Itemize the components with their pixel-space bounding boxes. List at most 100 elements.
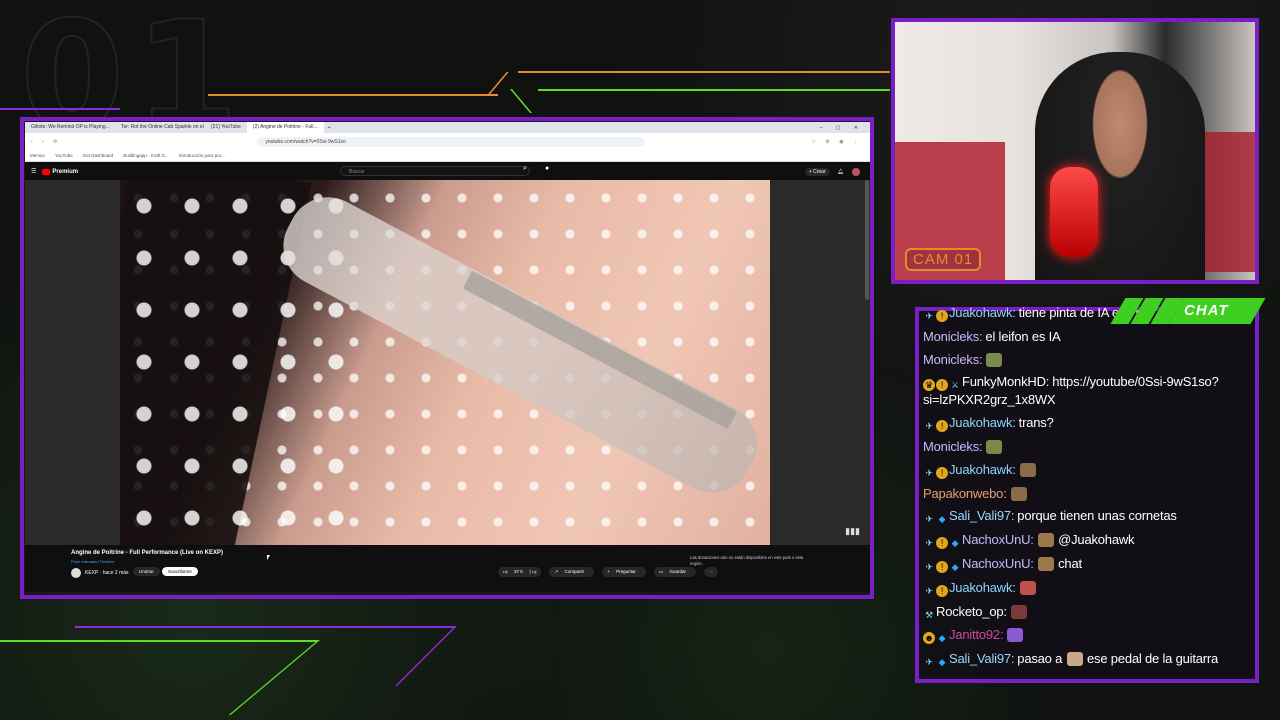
chat-username[interactable]: Monicleks: xyxy=(923,439,983,454)
join-button[interactable]: Unirme xyxy=(133,567,160,576)
browser-tab[interactable]: Tor: Rot the Online Cab Sparkle on el E.… xyxy=(115,122,205,133)
microphone xyxy=(1050,167,1098,257)
bookmark[interactable]: Buildingapp - Kraft G... xyxy=(118,153,174,158)
sword-badge-icon: ✈ xyxy=(925,311,933,321)
sword-badge-icon: ✈ xyxy=(925,514,933,525)
search-icon[interactable]: ⌕ xyxy=(523,165,527,173)
gold-badge-icon: ! xyxy=(936,537,948,550)
deco-line xyxy=(0,640,318,642)
chat-message: ⚒ Rocketo_op: xyxy=(923,603,1253,621)
gold-badge-icon: ! xyxy=(936,560,948,573)
create-button[interactable]: + Crear xyxy=(804,167,830,176)
like-button[interactable]: 👍︎ 37 K | 👎︎ xyxy=(498,567,542,577)
bookmark[interactable]: Introducción para pro... xyxy=(174,153,230,158)
tool-badge-icon: ⚒ xyxy=(925,609,933,620)
logo-text: Premium xyxy=(52,168,79,175)
cube-badge-icon: ◆ xyxy=(938,633,946,644)
chat-message: ✈ ◆ Sali_Vali97: porque tienen unas corneta… xyxy=(923,507,1253,525)
bookmark[interactable]: YouTube xyxy=(50,153,78,158)
like-count: 37 K xyxy=(508,567,529,576)
mic-icon[interactable]: ● xyxy=(545,165,549,172)
sword-badge-icon: ✈ xyxy=(925,585,933,596)
chat-username[interactable]: Monicleks: xyxy=(923,352,983,367)
mod-badge-icon: ⚔ xyxy=(951,380,959,391)
browser-tab[interactable]: Gitiote: We Remind OP is Playing... xyxy=(25,122,115,133)
share-button[interactable]: ↗ Compartir xyxy=(549,567,595,577)
chat-username[interactable]: FunkyMonkHD: xyxy=(962,374,1049,389)
chat-username[interactable]: Papakonwebo: xyxy=(923,486,1007,501)
chat-username[interactable]: Janitto92: xyxy=(949,627,1004,642)
channel-avatar[interactable] xyxy=(71,568,81,578)
new-tab-button[interactable]: + xyxy=(324,125,335,131)
chat-message: Monicleks: el leifon es IA xyxy=(923,328,1253,345)
chat-username[interactable]: Sali_Vali97: xyxy=(949,508,1014,523)
chat-message: ✈! ◆ NachoxUnU: @Juakohawk xyxy=(923,531,1253,550)
chat-username[interactable]: Sali_Vali97: xyxy=(949,651,1014,666)
window-controls[interactable]: – ▢ ✕ xyxy=(820,125,870,131)
chat-username[interactable]: Monicleks: xyxy=(923,329,983,344)
chat-message: ♛! ⚔ FunkyMonkHD: https://youtube/0Ssi-9wS1… xyxy=(923,373,1253,408)
deco-line xyxy=(208,94,498,96)
chat-username[interactable]: Juakohawk: xyxy=(949,580,1016,595)
nav-buttons[interactable]: ‹ › ⟳ xyxy=(25,139,67,145)
emote-icon xyxy=(1066,652,1083,667)
search-input[interactable]: Buscar xyxy=(340,166,530,176)
youtube-header: ☰ Premium Buscar ⌕ ● + Crear 🔔︎ xyxy=(25,162,870,181)
emote-icon xyxy=(1037,556,1054,571)
sword-badge-icon: ✈ xyxy=(925,657,933,668)
chat-title: CHAT xyxy=(1184,302,1229,319)
chat-text: porque tienen unas cornetas xyxy=(1017,508,1177,524)
chat-username[interactable]: NachoxUnU: xyxy=(962,532,1034,547)
browser-tab-active[interactable]: (2) Angine de Poitrine - Full... xyxy=(246,122,324,133)
chat-username[interactable]: Juakohawk: xyxy=(949,415,1016,430)
youtube-play-icon xyxy=(42,168,51,175)
cube-badge-icon: ◆ xyxy=(951,538,959,549)
chat-username[interactable]: Juakohawk: xyxy=(949,462,1016,477)
volume-icon[interactable]: ▮▮▮ xyxy=(845,526,860,537)
video-subtitle: Price estimated Timeline xyxy=(71,559,115,564)
ask-button[interactable]: + Preguntar xyxy=(602,567,646,577)
channel-meta: hace 2 más xyxy=(102,570,129,576)
channel-label: KEXP xyxy=(85,570,99,576)
hamburger-menu-icon[interactable]: ☰ xyxy=(25,168,42,175)
chat-message: Monicleks: xyxy=(923,438,1253,455)
sword-badge-icon: ✈ xyxy=(925,561,933,572)
donations-notice: Las donaciones aún no están disponibles … xyxy=(690,555,804,566)
bookmark[interactable]: Get Dashboard xyxy=(78,153,119,158)
bell-icon[interactable]: 🔔︎ xyxy=(838,169,844,175)
chat-username[interactable]: NachoxUnU: xyxy=(962,556,1034,571)
save-button[interactable]: ▭ Guardar xyxy=(653,567,696,577)
cube-badge-icon: ◆ xyxy=(938,657,946,668)
channel-name[interactable]: KEXP · hace 2 más xyxy=(85,570,129,576)
chat-text: @Juakohawk xyxy=(1054,532,1135,548)
bookmark[interactable]: Mensur xyxy=(25,153,50,158)
chat-badge: CHAT xyxy=(1110,298,1266,324)
chat-text: el leifon es IA xyxy=(985,328,1061,344)
browser-tab[interactable]: (21) YouTube xyxy=(205,122,247,133)
webcam-frame: CAM 01 xyxy=(891,18,1259,284)
more-button[interactable]: ··· xyxy=(703,567,719,577)
save-label: Guardar xyxy=(664,567,691,576)
url-field[interactable]: youtube.com/watch?v=0Ssi-9wS1so xyxy=(257,136,646,147)
bookmarks-bar: Mensur YouTube Get Dashboard Buildingapp… xyxy=(25,150,870,162)
cube-badge-icon: ◆ xyxy=(938,514,946,525)
chat-username[interactable]: Juakohawk: xyxy=(949,305,1016,320)
chat-message: ✈ ◆ Sali_Vali97: pasao a ese pedal de la gu… xyxy=(923,650,1253,668)
scrollbar[interactable] xyxy=(865,180,869,300)
create-label: Crear xyxy=(813,168,826,175)
sword-badge-icon: ✈ xyxy=(925,421,933,432)
extension-icons[interactable]: ☆ ⚙ ◉ ⋮ xyxy=(812,139,871,145)
subscribe-button[interactable]: Suscribirme xyxy=(162,567,198,576)
chat-text: chat xyxy=(1054,555,1082,571)
share-label: Compartir xyxy=(559,567,590,576)
chat-message: Papakonwebo: xyxy=(923,485,1253,502)
emote-icon xyxy=(986,352,1003,367)
mouse-cursor xyxy=(267,555,270,560)
video-player[interactable]: ▮▮▮ xyxy=(25,180,870,545)
youtube-logo[interactable]: Premium xyxy=(42,168,79,175)
cube-badge-icon: ◆ xyxy=(951,561,959,572)
chat-message: ✈! ◆ NachoxUnU: chat xyxy=(923,555,1253,573)
avatar[interactable] xyxy=(852,167,860,176)
chat-username[interactable]: Rocketo_op: xyxy=(936,604,1007,619)
ask-label: Preguntar xyxy=(611,567,641,576)
